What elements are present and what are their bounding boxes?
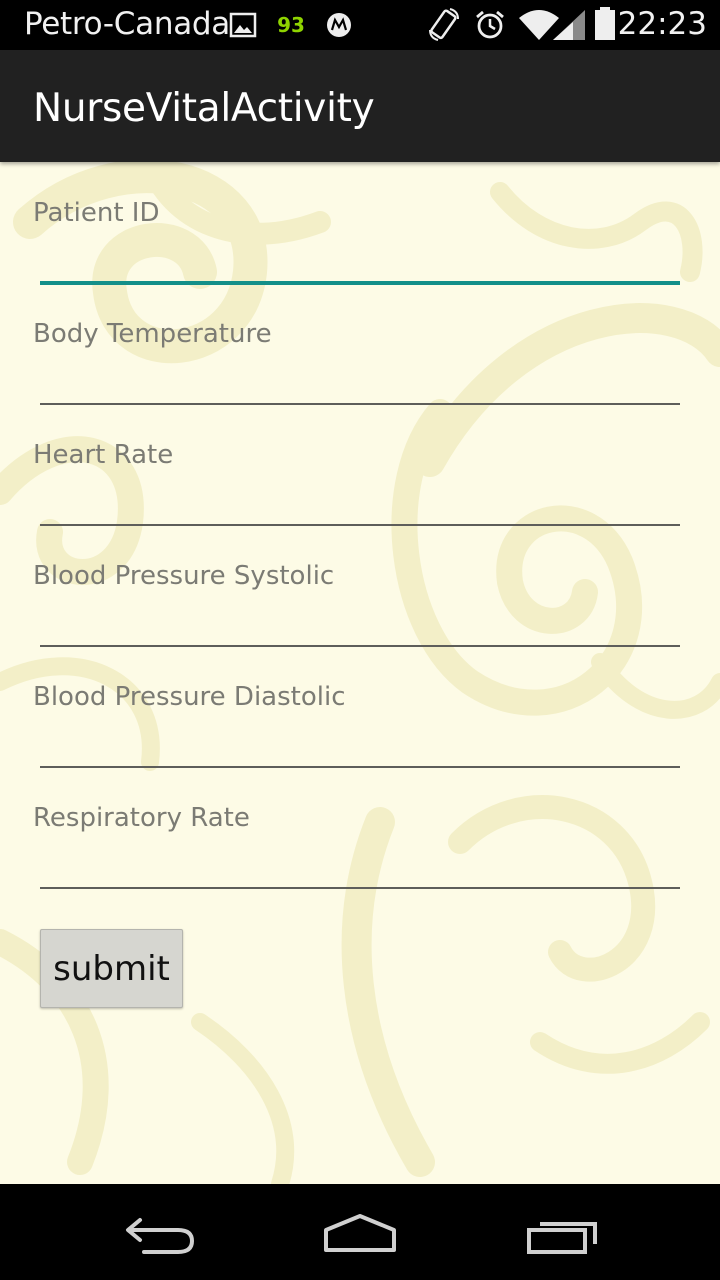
clock: 22:23 bbox=[617, 6, 707, 42]
rotate-icon bbox=[428, 8, 460, 47]
body-temperature-field: Body Temperature bbox=[0, 283, 720, 405]
recents-icon[interactable] bbox=[526, 1216, 600, 1259]
status-bar: Petro-Canada 93 22:23 bbox=[0, 0, 720, 50]
patient-id-input[interactable] bbox=[40, 232, 680, 282]
signal-icon bbox=[551, 9, 587, 46]
alarm-icon bbox=[474, 9, 506, 46]
battery-icon bbox=[594, 7, 616, 46]
respiratory-rate-underline bbox=[40, 887, 680, 889]
heart-rate-field: Heart Rate bbox=[0, 404, 720, 526]
submit-button[interactable]: submit bbox=[40, 929, 183, 1008]
respiratory-rate-field: Respiratory Rate bbox=[0, 767, 720, 889]
navigation-bar bbox=[0, 1184, 720, 1280]
motorola-icon bbox=[326, 12, 352, 43]
home-icon[interactable] bbox=[322, 1212, 398, 1259]
back-icon[interactable] bbox=[124, 1216, 196, 1261]
bp-systolic-field: Blood Pressure Systolic bbox=[0, 525, 720, 647]
heart-rate-input[interactable] bbox=[40, 474, 680, 524]
notification-badge: 93 bbox=[277, 13, 305, 37]
patient-id-label: Patient ID bbox=[33, 198, 160, 228]
bp-diastolic-input[interactable] bbox=[40, 716, 680, 766]
heart-rate-label: Heart Rate bbox=[33, 440, 174, 470]
bp-diastolic-label: Blood Pressure Diastolic bbox=[33, 682, 346, 712]
patient-id-field: Patient ID bbox=[0, 162, 720, 285]
bp-diastolic-field: Blood Pressure Diastolic bbox=[0, 646, 720, 768]
page-title: NurseVitalActivity bbox=[33, 86, 375, 131]
action-bar: NurseVitalActivity bbox=[0, 50, 720, 162]
body-temperature-input[interactable] bbox=[40, 353, 680, 403]
bp-systolic-label: Blood Pressure Systolic bbox=[33, 561, 335, 591]
carrier-name: Petro-Canada bbox=[24, 6, 230, 42]
form-content: Patient ID Body Temperature Heart Rate B… bbox=[0, 162, 720, 1184]
bp-systolic-input[interactable] bbox=[40, 595, 680, 645]
respiratory-rate-input[interactable] bbox=[40, 837, 680, 887]
respiratory-rate-label: Respiratory Rate bbox=[33, 803, 250, 833]
body-temperature-label: Body Temperature bbox=[33, 319, 272, 349]
image-icon bbox=[229, 12, 257, 43]
